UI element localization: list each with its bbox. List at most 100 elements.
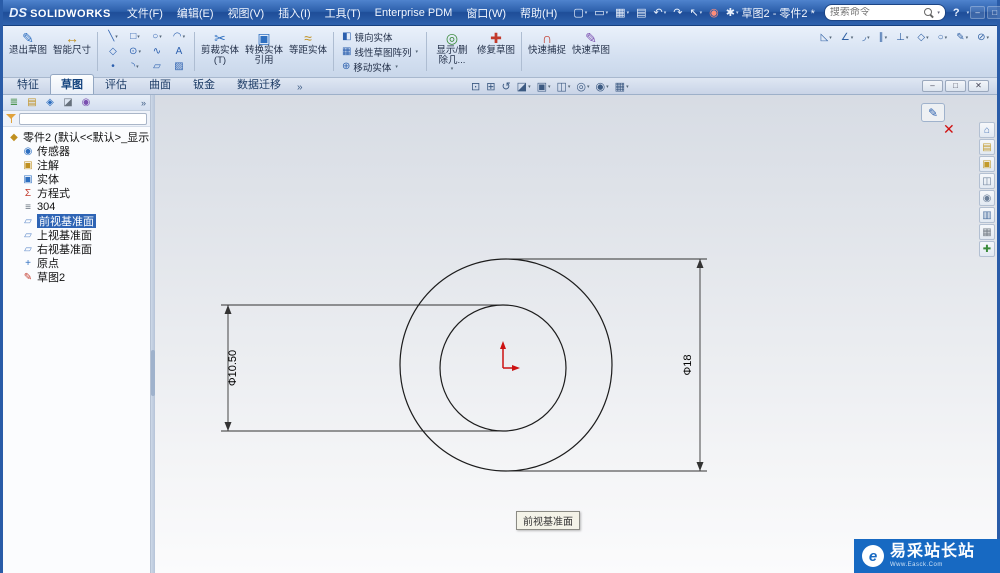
tree-root-part[interactable]: ◆ 零件2 (默认<<默认>_显示状态 [6, 130, 150, 145]
tree-item-top-plane[interactable]: ▱ 上视基准面 [6, 228, 150, 243]
maximize-button[interactable]: □ [987, 6, 1000, 19]
exit-sketch-button[interactable]: ✎ 退出草图 [7, 28, 49, 75]
rectangle-tool-button[interactable]: □ ▾ [124, 29, 146, 44]
plane-tool-button[interactable]: ▱ [146, 59, 168, 74]
view-settings-button[interactable]: ▦ ▾ [615, 80, 629, 93]
sketch-picture-button[interactable]: ▨ [168, 59, 190, 74]
redo-button[interactable]: ↷ [671, 5, 684, 20]
previous-view-button[interactable]: ↺ [501, 80, 510, 93]
doc-close-button[interactable]: ✕ [968, 80, 989, 92]
open-button[interactable]: ▭ ▾ [592, 5, 610, 20]
tab-features[interactable]: 特征 [6, 74, 50, 94]
quick-snaps-button[interactable]: ∩ 快速捕捉 [526, 28, 568, 75]
line-tool-button[interactable]: ╲ ▾ [102, 29, 124, 44]
tree-item-equations[interactable]: Σ 方程式 [6, 186, 150, 201]
new-document-button[interactable]: ▢ ▾ [571, 5, 589, 20]
relation-triangle-button[interactable]: ◺ ▾ [819, 31, 834, 44]
confirmation-corner-cancel-sketch[interactable]: ✕ [943, 121, 955, 138]
display-style-button[interactable]: ◫ ▾ [557, 80, 571, 93]
zoom-fit-button[interactable]: ⊡ [471, 80, 480, 93]
tab-sheet-metal[interactable]: 钣金 [182, 74, 226, 94]
menu-window[interactable]: 窗口(W) [459, 1, 513, 25]
scenes-tab[interactable]: ▥ [979, 207, 995, 223]
menu-enterprise-pdm[interactable]: Enterprise PDM [368, 3, 460, 23]
angle-button[interactable]: ∠ ▾ [839, 31, 855, 44]
print-button[interactable]: ▤ [634, 5, 648, 20]
document-recovery-tab[interactable]: ✚ [979, 241, 995, 257]
spline-tool-button[interactable]: ∿ [146, 44, 168, 59]
filter-icon[interactable] [6, 113, 16, 124]
graphics-area[interactable]: Φ10.50 Φ18 ✎ ✕ ⌂ ▤ ▣ ◫ ◉ ▥ ▦ ✚ 前视基准面 [155, 95, 997, 573]
perpendicular-button[interactable]: ⊥ ▾ [894, 31, 910, 44]
featuremanager-tab[interactable]: ≣ [7, 97, 21, 108]
menu-help[interactable]: 帮助(H) [513, 1, 564, 25]
convert-entities-button[interactable]: ▣ 转换实体引用 [243, 28, 285, 75]
parallel-button[interactable]: ∥ ▾ [877, 31, 890, 44]
linear-sketch-pattern-button[interactable]: ▦ 线性草图阵列 ▾ [338, 45, 422, 59]
select-button[interactable]: ↖ ▾ [687, 5, 704, 20]
resources-tab[interactable]: ⌂ [979, 122, 995, 138]
display-delete-relations-button[interactable]: ◎ 显示/删除几... ▾ [431, 28, 473, 75]
tree-item-annotations[interactable]: ▣ 注解 [6, 158, 150, 173]
text-tool-button[interactable]: A [168, 44, 190, 59]
circle-tool-button[interactable]: ○ ▾ [146, 29, 168, 44]
displaymanager-tab[interactable]: ◉ [79, 97, 93, 108]
tree-item-front-plane[interactable]: ▱ 前视基准面 [6, 214, 150, 228]
command-search[interactable]: ▾ [823, 4, 946, 21]
circle-tool-button[interactable]: ○ ▾ [936, 31, 950, 44]
options-button[interactable]: ✱ ▾ [724, 5, 741, 20]
custom-properties-tab[interactable]: ▦ [979, 224, 995, 240]
trim-entities-button[interactable]: ✂ 剪裁实体(T) [199, 28, 241, 75]
fillet-tool-button[interactable]: ◝ ▾ [124, 59, 146, 74]
dimxpertmanager-tab[interactable]: ◪ [61, 97, 75, 108]
mirror-entities-button[interactable]: ◧ 镜向实体 [338, 30, 422, 44]
tree-item-solid-bodies[interactable]: ▣ 实体 [6, 172, 150, 187]
menu-insert[interactable]: 插入(I) [271, 1, 317, 25]
edit-appearance-button[interactable]: ◉ ▾ [596, 80, 609, 93]
tab-overflow-chevron[interactable]: » [292, 82, 308, 94]
arc-tool-button[interactable]: ◠ ▾ [168, 29, 190, 44]
tree-item-material[interactable]: ≡ 304 [6, 200, 150, 214]
file-explorer-tab[interactable]: ▣ [979, 156, 995, 172]
tab-data-migration[interactable]: 数据迁移 [226, 74, 292, 94]
tab-surfaces[interactable]: 曲面 [138, 74, 182, 94]
propertymanager-tab[interactable]: ▤ [25, 97, 39, 108]
doc-restore-button[interactable]: □ [945, 80, 966, 92]
dimension-outer[interactable]: Φ18 [506, 258, 707, 472]
help-button[interactable]: ? [947, 7, 966, 19]
rebuild-button[interactable]: ◉ [707, 5, 721, 20]
dimension-inner[interactable]: Φ10.50 [221, 304, 503, 432]
search-icon[interactable] [924, 7, 934, 18]
pencil-tool-button[interactable]: ✎ ▾ [954, 31, 970, 44]
view-orientation-button[interactable]: ▣ ▾ [537, 80, 551, 93]
sketch-drawing[interactable]: Φ10.50 Φ18 [155, 95, 997, 573]
chevron-down-icon[interactable]: ▾ [967, 10, 970, 16]
configurationmanager-tab[interactable]: ◈ [43, 97, 57, 108]
confirmation-corner-exit-sketch[interactable]: ✎ [921, 103, 945, 122]
tab-sketch[interactable]: 草图 [50, 74, 94, 94]
tree-item-origin[interactable]: + 原点 [6, 256, 150, 271]
design-library-tab[interactable]: ▤ [979, 139, 995, 155]
menu-tools[interactable]: 工具(T) [318, 1, 368, 25]
origin-marker[interactable] [500, 341, 520, 371]
undo-button[interactable]: ↶ ▾ [651, 5, 668, 20]
doc-minimize-button[interactable]: – [922, 80, 943, 92]
tree-item-right-plane[interactable]: ▱ 右视基准面 [6, 242, 150, 257]
search-input[interactable] [829, 7, 922, 18]
sketch-outer-circle[interactable] [399, 258, 613, 472]
chevron-down-icon[interactable]: ▾ [937, 10, 940, 16]
diamond-tool-button[interactable]: ◇ ▾ [915, 31, 930, 44]
save-button[interactable]: ▦ ▾ [613, 5, 631, 20]
tree-item-sketch2[interactable]: ✎ 草图2 [6, 270, 150, 285]
menu-file[interactable]: 文件(F) [120, 1, 170, 25]
erase-tool-button[interactable]: ⊘ ▾ [975, 31, 991, 44]
point-tool-button[interactable]: • [102, 59, 124, 74]
dimension-outer-text[interactable]: Φ18 [682, 354, 694, 375]
tree-filter-input[interactable] [19, 112, 147, 125]
polygon-tool-button[interactable]: ◇ [102, 44, 124, 59]
dimension-inner-text[interactable]: Φ10.50 [227, 350, 239, 386]
menu-edit[interactable]: 编辑(E) [170, 1, 221, 25]
smart-dimension-button[interactable]: ↔ 智能尺寸 [51, 28, 93, 75]
section-view-button[interactable]: ◪ ▾ [517, 80, 531, 93]
hide-show-items-button[interactable]: ◎ ▾ [576, 80, 589, 93]
